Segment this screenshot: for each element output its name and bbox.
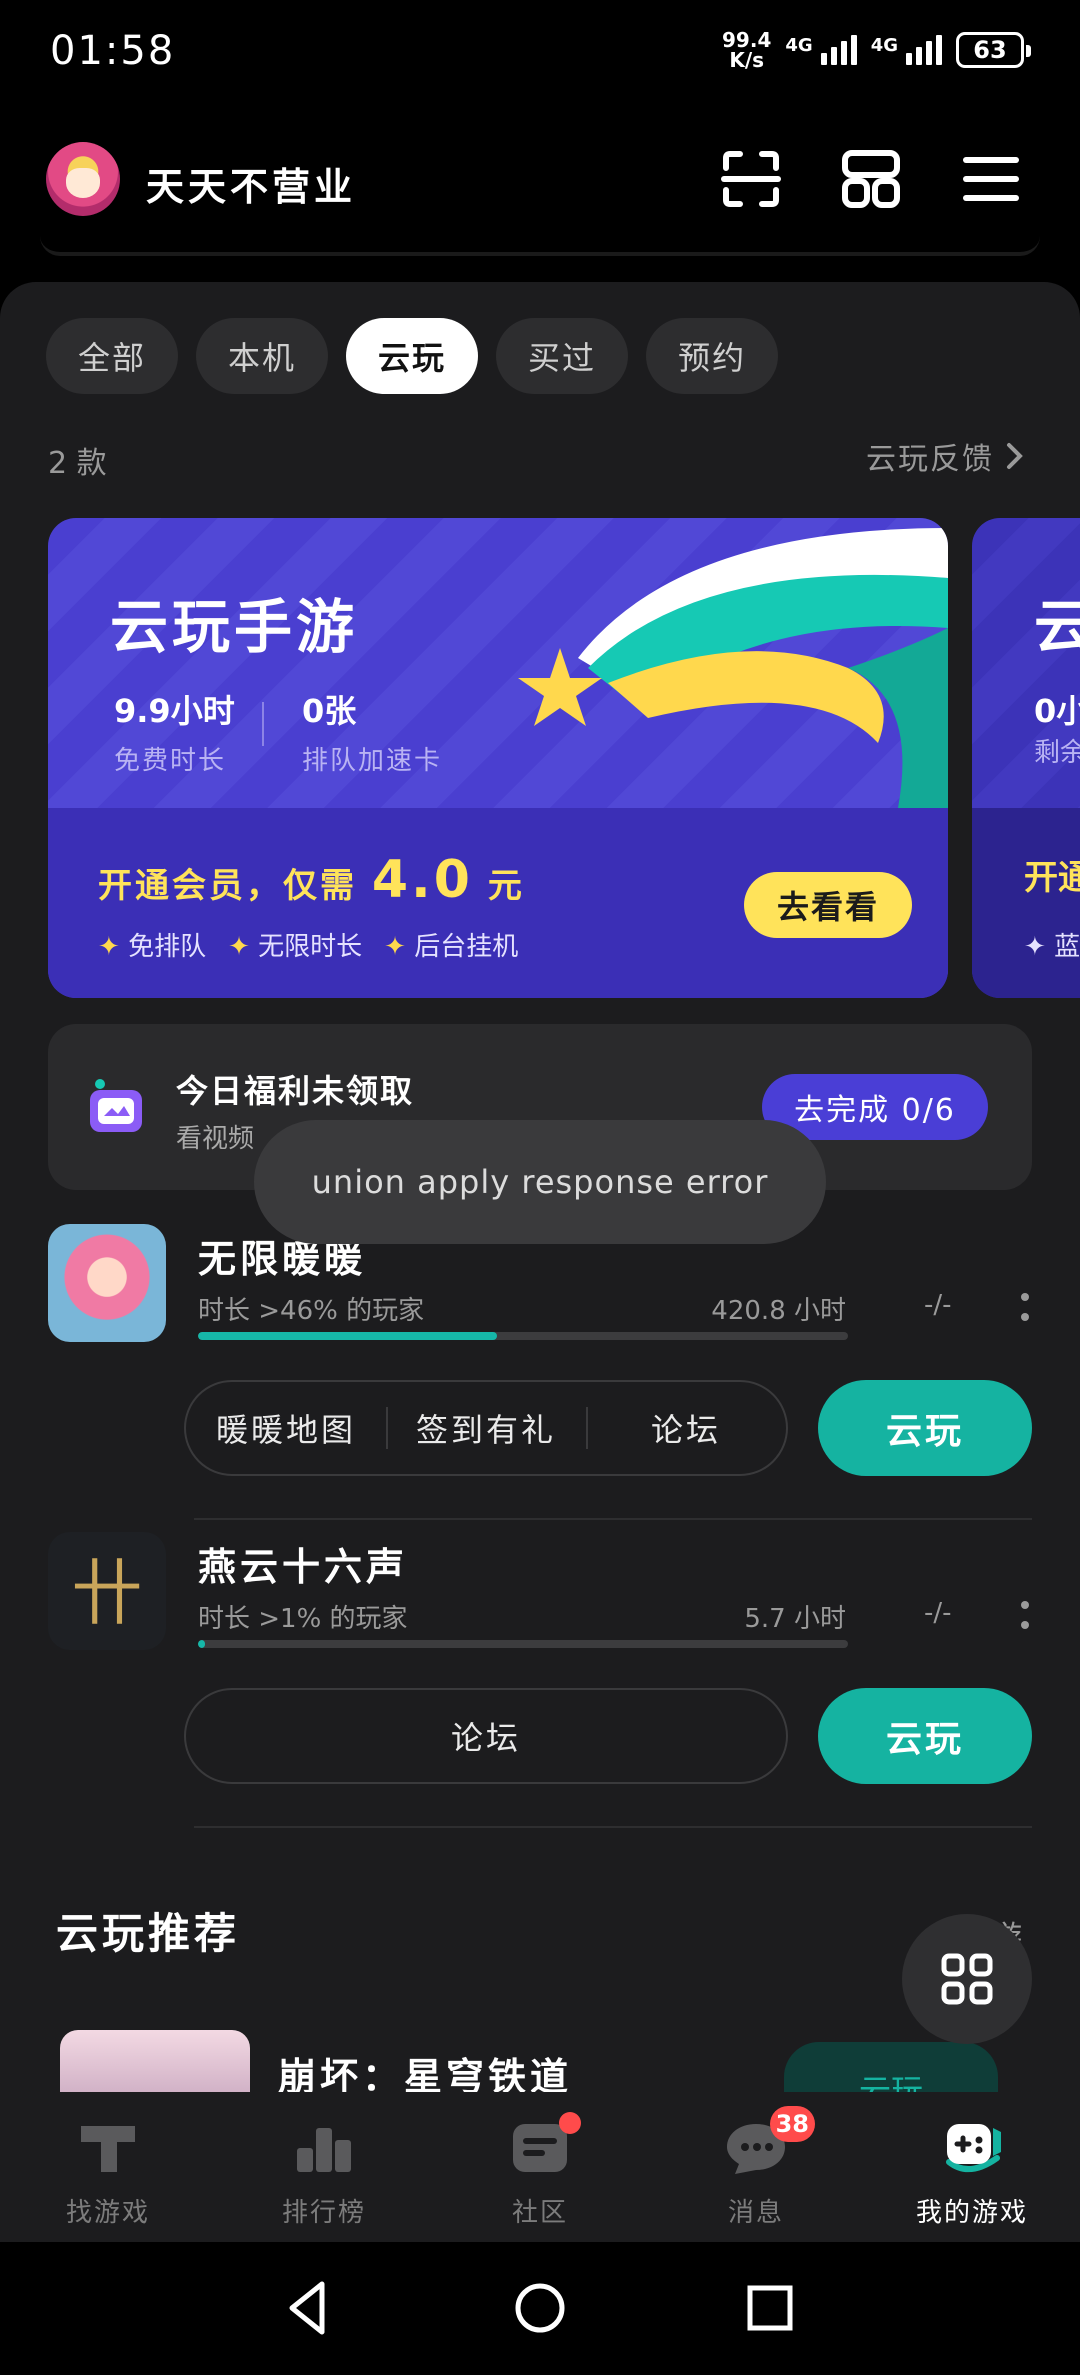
cloud-feedback-link[interactable]: 云玩反馈	[866, 434, 1024, 478]
home-icon[interactable]	[508, 2276, 572, 2340]
game-shortcuts: 暖暖地图 签到有礼 论坛	[184, 1380, 788, 1476]
forum-chip[interactable]: 论坛	[186, 1713, 786, 1759]
tab-local[interactable]: 本机	[196, 318, 329, 394]
forum-chip[interactable]: 论坛	[586, 1405, 786, 1451]
unread-dot	[559, 2112, 581, 2134]
row-divider	[194, 1826, 1032, 1828]
status-bar: 01:58 99.4 K/s 4G 4G 63	[0, 0, 1080, 110]
username: 天天不营业	[146, 165, 357, 209]
game-icon-infinity-nikki[interactable]	[48, 1224, 166, 1342]
playtime-percentile: 时长 >46% 的玩家	[198, 1296, 425, 1326]
nav-community[interactable]: 社区	[432, 2092, 648, 2242]
playtime-hours: 5.7 小时	[744, 1604, 846, 1634]
welfare-title: 今日福利未领取	[176, 1072, 415, 1110]
tab-reserved[interactable]: 预约	[646, 318, 779, 394]
cloud-play-button[interactable]: 云玩	[818, 1380, 1032, 1476]
playtime-percentile: 时长 >1% 的玩家	[198, 1604, 408, 1634]
next-banner-peek[interactable]: 云 0小 剩余 开通 ✦ 蓝	[972, 518, 1080, 998]
checkin-gift-chip[interactable]: 签到有礼	[386, 1405, 586, 1451]
row-divider	[194, 1518, 1032, 1520]
system-nav-bar	[0, 2242, 1080, 2375]
cloud-play-button[interactable]: 云玩	[818, 1688, 1032, 1784]
section-title: 云玩推荐	[56, 1909, 241, 1958]
banner-title: 云玩手游	[110, 593, 359, 661]
playtime-progress	[198, 1332, 848, 1340]
bottom-nav: 找游戏 排行榜 社区 38 消息 我的游戏	[0, 2092, 1080, 2242]
ranking-icon	[297, 2128, 351, 2172]
nav-my-games[interactable]: 我的游戏	[864, 2092, 1080, 2242]
error-toast: union apply response error	[254, 1120, 826, 1244]
tv-gift-icon	[90, 1079, 142, 1132]
back-icon[interactable]	[276, 2276, 340, 2340]
free-time-stat: 9.9小时 免费时长	[114, 692, 235, 776]
playtime-progress	[198, 1640, 848, 1648]
tab-cloud[interactable]: 云玩	[346, 318, 479, 394]
chevron-right-icon	[1007, 443, 1023, 469]
signal-icon-2: 4G	[871, 35, 942, 65]
nikki-map-chip[interactable]: 暖暖地图	[186, 1405, 386, 1451]
header-divider	[40, 236, 1040, 256]
perk-no-queue: 免排队	[98, 926, 206, 963]
battery-icon: 63	[956, 32, 1031, 68]
status-time: 01:58	[50, 28, 176, 74]
svg-text:卄: 卄	[71, 1551, 143, 1635]
cloud-vip-banner[interactable]: 云玩手游 9.9小时 免费时长 0张 排队加速卡 开通会员，仅需 4.0 元 免…	[48, 518, 948, 998]
shooting-star-illustration	[518, 528, 948, 808]
floating-apps-button[interactable]	[902, 1914, 1032, 2044]
perk-background: 后台挂机	[384, 926, 518, 963]
game-shortcuts: 论坛	[184, 1688, 788, 1784]
view-vip-button[interactable]: 去看看	[744, 872, 912, 938]
message-badge: 38	[769, 2106, 815, 2142]
nav-messages[interactable]: 38 消息	[648, 2092, 864, 2242]
welfare-subtitle: 看视频	[176, 1124, 255, 1154]
nav-ranking[interactable]: 排行榜	[216, 2092, 432, 2242]
scan-icon[interactable]	[720, 148, 782, 210]
my-games-icon	[946, 2124, 1001, 2172]
perk-unlimited-time: 无限时长	[228, 926, 362, 963]
signal-icon-1: 4G	[785, 35, 857, 65]
playtime-hours: 420.8 小时	[711, 1296, 846, 1326]
vip-perks: 免排队 无限时长 后台挂机	[98, 926, 518, 963]
game-name: 燕云十六声	[198, 1545, 409, 1589]
game-size: -/-	[924, 1290, 952, 1320]
nav-find-game[interactable]: 找游戏	[0, 2092, 216, 2242]
find-game-icon	[81, 2126, 135, 2172]
menu-icon[interactable]	[960, 148, 1022, 210]
tab-all[interactable]: 全部	[46, 318, 179, 394]
game-icon-where-winds-meet[interactable]: 卄	[48, 1532, 166, 1650]
apps-grid-icon[interactable]	[840, 148, 902, 210]
queue-card-stat: 0张 排队加速卡	[302, 692, 443, 776]
network-speed: 99.4 K/s	[722, 28, 772, 72]
recents-icon[interactable]	[738, 2276, 802, 2340]
apps-grid-icon	[941, 1953, 993, 2005]
stat-divider	[262, 702, 264, 746]
game-count: 2 款	[48, 446, 107, 481]
vip-promo-text: 开通会员，仅需 4.0 元	[98, 850, 525, 910]
more-options-icon[interactable]	[1020, 1600, 1030, 1630]
more-options-icon[interactable]	[1020, 1292, 1030, 1322]
filter-tabs: 全部 本机 云玩 买过 预约	[46, 318, 779, 394]
avatar[interactable]	[46, 142, 120, 216]
tab-purchased[interactable]: 买过	[496, 318, 629, 394]
game-size: -/-	[924, 1598, 952, 1628]
app-header: 天天不营业	[0, 110, 1080, 250]
status-indicators: 99.4 K/s 4G 4G 63	[722, 28, 1031, 72]
